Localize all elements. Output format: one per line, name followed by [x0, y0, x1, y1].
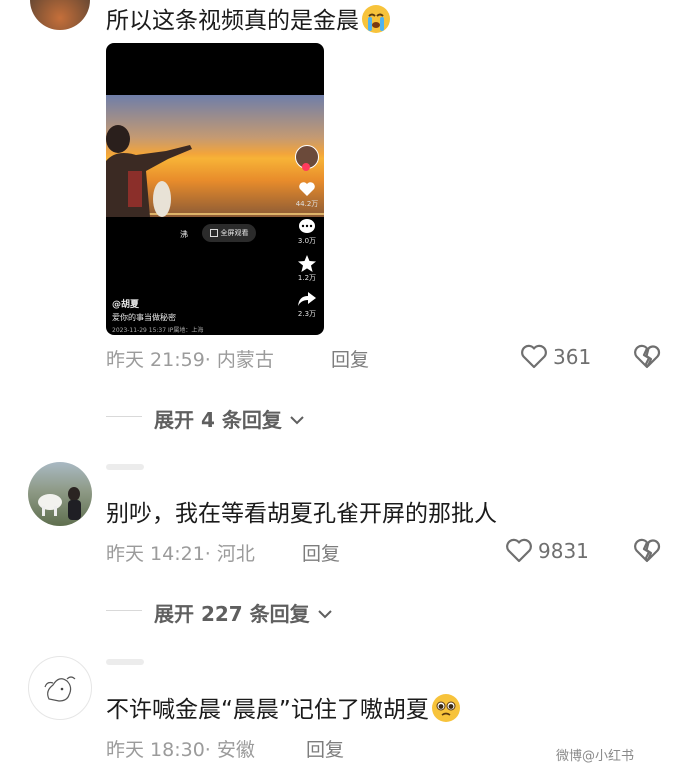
video-post-info: 2023-11-29 15:37 IP属地：上海 — [112, 327, 204, 334]
commenter-avatar-1[interactable] — [30, 0, 90, 30]
video-like-count: 44.2万 — [295, 200, 319, 208]
comment-time-2: 昨天 14:21 — [106, 543, 205, 565]
star-icon[interactable] — [298, 255, 316, 272]
pleading-face-icon — [431, 694, 460, 722]
person-silhouette — [106, 125, 192, 217]
video-thumbnail[interactable]: 44.2万 3.0万 1.2万 2.3万 沸 全屏观看 @胡夏 爱你的事当做秘密… — [106, 43, 324, 335]
share-arrow-icon[interactable] — [298, 292, 316, 306]
comment-text-3-body: 不许喊金晨“晨晨”记住了嗷胡夏 — [106, 697, 429, 723]
meta-dot: · — [204, 349, 217, 371]
chevron-down-icon — [290, 416, 304, 425]
fullscreen-label: 全屏观看 — [220, 229, 249, 237]
expand-replies-label-2: 展开 227 条回复 — [154, 602, 310, 626]
commenter-name-2-blurred — [106, 464, 144, 470]
video-caption: 爱你的事当做秘密 — [112, 313, 176, 322]
comment-text-2: 别吵，我在等看胡夏孔雀开屏的那批人 — [106, 501, 497, 527]
expand-replies-button-2[interactable]: 展开 227 条回复 — [154, 598, 333, 627]
comment-time-3: 昨天 18:30 — [106, 739, 205, 761]
fullscreen-button[interactable]: 全屏观看 — [202, 224, 256, 242]
comment-text-3: 不许喊金晨“晨晨”记住了嗷胡夏 — [106, 694, 460, 724]
expand-replies-button-1[interactable]: 展开 4 条回复 — [154, 404, 305, 433]
video-share-count: 2.3万 — [297, 310, 317, 318]
like-count-1: 361 — [553, 345, 592, 369]
like-heart-icon[interactable] — [520, 344, 548, 369]
reply-button-1[interactable]: 回复 — [331, 345, 369, 372]
video-author-name[interactable]: @胡夏 — [112, 297, 139, 310]
video-fav-count: 1.2万 — [297, 274, 317, 282]
loudly-crying-face-icon — [362, 5, 390, 33]
comment-location-1: 内蒙古 — [216, 349, 274, 371]
meta-dot: · — [204, 543, 217, 565]
comment-meta-1: 昨天 21:59· 内蒙古 — [106, 345, 274, 372]
comment-location-2: 河北 — [216, 543, 255, 565]
like-count-2: 9831 — [538, 539, 589, 563]
expand-replies-label-1: 展开 4 条回复 — [154, 408, 282, 432]
like-heart-icon[interactable] — [505, 538, 533, 563]
expand-divider-1 — [106, 416, 142, 417]
dislike-broken-heart-icon[interactable] — [633, 538, 661, 563]
heart-icon[interactable] — [298, 181, 316, 197]
comment-text-1: 所以这条视频真的是金晨 — [106, 5, 390, 35]
commenter-avatar-2[interactable] — [28, 462, 92, 526]
cartoon-dog-sketch-image — [44, 676, 76, 702]
follow-plus-icon[interactable] — [302, 163, 310, 171]
comment-meta-3: 昨天 18:30· 安徽 — [106, 735, 255, 762]
comment-location-3: 安徽 — [216, 739, 255, 761]
chevron-down-icon — [317, 610, 332, 619]
video-comment-count: 3.0万 — [297, 237, 317, 245]
dislike-broken-heart-icon[interactable] — [633, 344, 661, 369]
commenter-avatar-3[interactable] — [28, 656, 92, 720]
video-center-left-label[interactable]: 沸 — [180, 229, 188, 240]
weibo-watermark: 微博@小红书 — [556, 749, 635, 764]
comment-bubble-icon[interactable] — [298, 218, 316, 234]
goat-and-person-image — [38, 487, 81, 520]
commenter-name-3-blurred — [106, 659, 144, 665]
comment-time-1: 昨天 21:59 — [106, 349, 205, 371]
reply-button-2[interactable]: 回复 — [302, 539, 340, 566]
comment-text-1-body: 所以这条视频真的是金晨 — [106, 8, 359, 34]
fullscreen-icon — [209, 229, 218, 237]
expand-divider-2 — [106, 610, 142, 611]
comment-meta-2: 昨天 14:21· 河北 — [106, 539, 255, 566]
meta-dot: · — [204, 739, 217, 761]
reply-button-3[interactable]: 回复 — [306, 735, 344, 762]
